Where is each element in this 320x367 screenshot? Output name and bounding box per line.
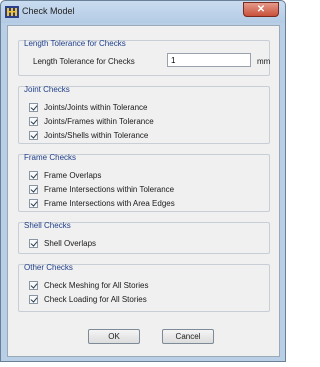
checkbox-label: Frame Intersections within Tolerance <box>44 184 175 194</box>
checkbox-joints-joints[interactable]: Joints/Joints within Tolerance <box>29 101 147 113</box>
other-checks-group: Other Checks Check Meshing for All Stori… <box>18 263 270 312</box>
checkmark-icon[interactable] <box>29 102 38 112</box>
length-tolerance-group: Length Tolerance for Checks Length Toler… <box>18 39 271 76</box>
unit-label: mm <box>257 57 271 66</box>
group-title: Shell Checks <box>24 221 71 230</box>
close-icon: ✕ <box>256 4 266 15</box>
checkmark-icon[interactable] <box>29 130 38 140</box>
checkmark-icon[interactable] <box>29 238 38 248</box>
shell-checks-group: Shell Checks Shell Overlaps <box>18 221 270 254</box>
length-tolerance-label: Length Tolerance for Checks <box>33 57 135 66</box>
checkmark-icon[interactable] <box>29 116 38 126</box>
close-button[interactable]: ✕ <box>243 2 279 17</box>
check-model-dialog: Check Model ✕ Length Tolerance for Check… <box>0 0 286 362</box>
group-title: Joint Checks <box>24 85 70 94</box>
checkmark-icon[interactable] <box>29 280 38 290</box>
checkbox-shell-overlaps[interactable]: Shell Overlaps <box>29 237 96 249</box>
checkbox-label: Joints/Frames within Tolerance <box>44 116 154 126</box>
title-bar: Check Model ✕ <box>1 1 285 23</box>
checkbox-label: Joints/Joints within Tolerance <box>44 102 148 112</box>
checkbox-label: Check Meshing for All Stories <box>44 280 149 290</box>
checkbox-joints-shells[interactable]: Joints/Shells within Tolerance <box>29 129 148 141</box>
checkbox-frame-overlaps[interactable]: Frame Overlaps <box>29 169 101 181</box>
checkmark-icon[interactable] <box>29 198 38 208</box>
checkbox-label: Shell Overlaps <box>44 238 97 248</box>
checkbox-frame-intersections-area-edges[interactable]: Frame Intersections with Area Edges <box>29 197 175 209</box>
length-tolerance-input[interactable] <box>167 53 251 67</box>
frame-checks-group: Frame Checks Frame Overlaps Frame Inters… <box>18 153 270 212</box>
joint-checks-group: Joint Checks Joints/Joints within Tolera… <box>18 85 270 144</box>
checkmark-icon[interactable] <box>29 184 38 194</box>
checkbox-check-meshing[interactable]: Check Meshing for All Stories <box>29 279 149 291</box>
checkbox-label: Frame Overlaps <box>44 170 102 180</box>
checkmark-icon[interactable] <box>29 170 38 180</box>
group-title: Other Checks <box>24 263 73 272</box>
checkbox-label: Check Loading for All Stories <box>44 294 147 304</box>
checkbox-check-loading[interactable]: Check Loading for All Stories <box>29 293 147 305</box>
checkbox-label: Joints/Shells within Tolerance <box>44 130 149 140</box>
cancel-button[interactable]: Cancel <box>162 329 214 344</box>
checkmark-icon[interactable] <box>29 294 38 304</box>
checkbox-joints-frames[interactable]: Joints/Frames within Tolerance <box>29 115 154 127</box>
checkbox-label: Frame Intersections with Area Edges <box>44 198 175 208</box>
group-title: Length Tolerance for Checks <box>24 39 126 48</box>
checkbox-frame-intersections-tolerance[interactable]: Frame Intersections within Tolerance <box>29 183 174 195</box>
ok-button[interactable]: OK <box>88 329 140 344</box>
app-icon <box>5 6 19 18</box>
dialog-body: Length Tolerance for Checks Length Toler… <box>7 25 280 357</box>
group-title: Frame Checks <box>24 153 77 162</box>
window-title: Check Model <box>22 6 75 16</box>
